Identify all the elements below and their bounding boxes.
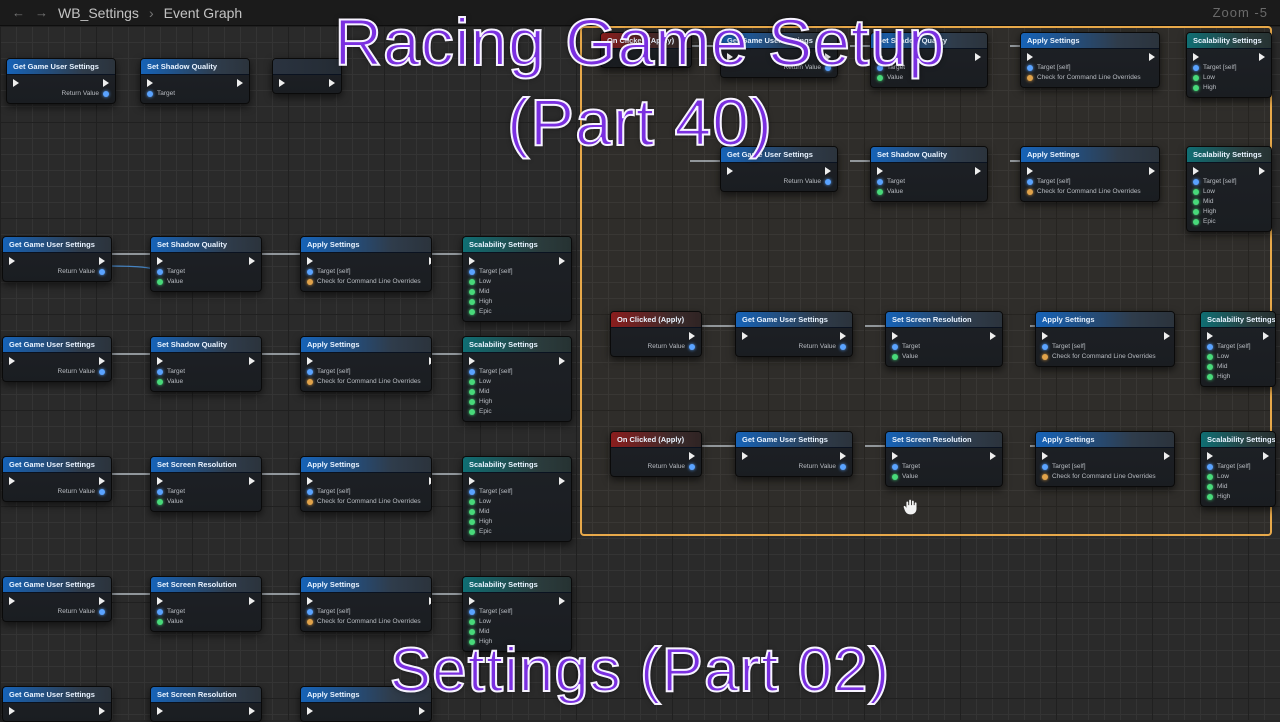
node-get-settings[interactable]: Get Game User Settings Return Value — [735, 431, 853, 477]
node-get-settings[interactable]: Get Game User Settings Return Value — [720, 32, 838, 78]
node-get-settings[interactable]: Get Game User Settings Return Value — [2, 336, 112, 382]
node-get-settings[interactable]: Get Game User Settings — [2, 686, 112, 722]
node-title: Set Screen Resolution — [157, 690, 237, 699]
node-apply-settings[interactable]: Apply Settings Target [self] Check for C… — [300, 576, 432, 632]
node-title: Get Game User Settings — [742, 315, 828, 324]
node-set-resolution[interactable]: Set Screen Resolution — [150, 686, 262, 722]
node-set-quality[interactable]: Set Shadow Quality Target Value — [150, 336, 262, 392]
node-scalability[interactable]: Scalability Settings Target [self] Low M… — [462, 236, 572, 322]
node-get-settings[interactable]: Get Game User Settings Return Value — [720, 146, 838, 192]
node-title: Scalability Settings — [1207, 435, 1275, 444]
node-get-settings[interactable]: Get Game User Settings Return Value — [2, 456, 112, 502]
node-title: Apply Settings — [307, 340, 360, 349]
node-get-settings[interactable]: Get Game User Settings Return Value — [2, 576, 112, 622]
node-title: Get Game User Settings — [13, 62, 99, 71]
node-title: Get Game User Settings — [9, 340, 95, 349]
node-get-settings[interactable]: Get Game User Settings Return Value — [6, 58, 116, 104]
node-scalability[interactable]: Scalability Settings Target [self]LowMid… — [1200, 311, 1276, 387]
node-scalability[interactable]: Scalability Settings Target [self]LowHig… — [1186, 32, 1272, 98]
node-title: Get Game User Settings — [9, 690, 95, 699]
node-title: Scalability Settings — [469, 580, 538, 589]
node-title: Get Game User Settings — [727, 36, 813, 45]
breadcrumb-separator: › — [149, 5, 154, 21]
node-title: On Clicked (Apply) — [617, 315, 684, 324]
node-apply-settings[interactable]: Apply Settings Target [self] Check for C… — [300, 456, 432, 512]
node-scalability[interactable]: Scalability Settings Target [self]LowMid… — [1186, 146, 1272, 232]
node-title: Scalability Settings — [1193, 36, 1262, 45]
node-set-resolution[interactable]: Set Screen Resolution TargetValue — [885, 311, 1003, 367]
node-title: Apply Settings — [307, 460, 360, 469]
node-title: Scalability Settings — [469, 240, 538, 249]
node-title: Apply Settings — [1042, 315, 1095, 324]
node-title: Get Game User Settings — [9, 460, 95, 469]
node-event-onclicked[interactable]: On Clicked (Apply) Return Value — [610, 431, 702, 477]
node-set-resolution[interactable]: Set Screen Resolution Target Value — [150, 576, 262, 632]
node-apply-settings[interactable]: Apply Settings — [300, 686, 432, 722]
node-title: Apply Settings — [307, 240, 360, 249]
node-apply-settings[interactable]: Apply Settings Target [self]Check for Co… — [1035, 431, 1175, 487]
node-apply-settings[interactable]: Apply Settings Target [self] Check for C… — [300, 236, 432, 292]
node-get-settings[interactable]: Get Game User Settings Return Value — [735, 311, 853, 357]
node-title: Set Shadow Quality — [147, 62, 217, 71]
node-title: Apply Settings — [307, 690, 360, 699]
breadcrumb-asset[interactable]: WB_Settings — [58, 5, 139, 21]
node-title: Apply Settings — [1027, 150, 1080, 159]
zoom-level: Zoom -5 — [1213, 5, 1268, 20]
node-title: Apply Settings — [1027, 36, 1080, 45]
node-set-quality[interactable]: Set Shadow Quality TargetValue — [870, 146, 988, 202]
node-title: Apply Settings — [307, 580, 360, 589]
breadcrumb-bar: ← → WB_Settings › Event Graph Zoom -5 — [0, 0, 1280, 26]
node-title: Set Screen Resolution — [157, 460, 237, 469]
node-apply-settings[interactable]: Apply Settings Target [self] Check for C… — [300, 336, 432, 392]
node-scalability[interactable]: Scalability Settings Target [self] Low M… — [462, 336, 572, 422]
node-set-quality[interactable]: Set Shadow Quality Target — [140, 58, 250, 104]
node-scalability[interactable]: Scalability Settings Target [self]LowMid… — [1200, 431, 1276, 507]
node-title: Set Screen Resolution — [892, 435, 972, 444]
node-title: Scalability Settings — [469, 460, 538, 469]
node-apply-settings[interactable]: Apply Settings Target [self]Check for Co… — [1035, 311, 1175, 367]
node-scalability[interactable]: Scalability Settings Target [self] Low M… — [462, 576, 572, 652]
nav-back-icon[interactable]: ← — [12, 5, 25, 20]
node-title: Get Game User Settings — [9, 240, 95, 249]
node-title: Scalability Settings — [1207, 315, 1275, 324]
node-title: Scalability Settings — [469, 340, 538, 349]
node-title: Set Shadow Quality — [157, 240, 227, 249]
node-title: Set Screen Resolution — [157, 580, 237, 589]
node-apply-settings[interactable]: Apply Settings Target [self]Check for Co… — [1020, 32, 1160, 88]
node-title: Set Shadow Quality — [877, 36, 947, 45]
node-title: Set Shadow Quality — [157, 340, 227, 349]
node-get-settings[interactable]: Get Game User Settings Return Value — [2, 236, 112, 282]
node-title: Set Screen Resolution — [892, 315, 972, 324]
node-set-resolution[interactable]: Set Screen Resolution TargetValue — [885, 431, 1003, 487]
node-reroute[interactable] — [272, 58, 342, 94]
node-title: Get Game User Settings — [9, 580, 95, 589]
node-title: On Clicked (Apply) — [607, 36, 674, 45]
node-title: Scalability Settings — [1193, 150, 1262, 159]
node-apply-settings[interactable]: Apply Settings Target [self]Check for Co… — [1020, 146, 1160, 202]
node-title: Get Game User Settings — [727, 150, 813, 159]
node-set-quality[interactable]: Set Shadow Quality Target Value — [150, 236, 262, 292]
node-title: Get Game User Settings — [742, 435, 828, 444]
node-scalability[interactable]: Scalability Settings Target [self] Low M… — [462, 456, 572, 542]
nav-forward-icon[interactable]: → — [35, 5, 48, 20]
node-title: On Clicked (Apply) — [617, 435, 684, 444]
node-event-onclicked[interactable]: On Clicked (Apply) Return Value — [610, 311, 702, 357]
node-title: Apply Settings — [1042, 435, 1095, 444]
node-title: Set Shadow Quality — [877, 150, 947, 159]
event-graph-canvas[interactable]: Get Game User Settings Return Value Set … — [0, 26, 1280, 720]
cursor-grab-icon — [900, 496, 922, 518]
node-event-onclicked[interactable]: On Clicked (Apply) — [600, 32, 692, 68]
node-set-resolution[interactable]: Set Screen Resolution Target Value — [150, 456, 262, 512]
node-set-quality[interactable]: Set Shadow Quality TargetValue — [870, 32, 988, 88]
breadcrumb-graph[interactable]: Event Graph — [164, 5, 243, 21]
